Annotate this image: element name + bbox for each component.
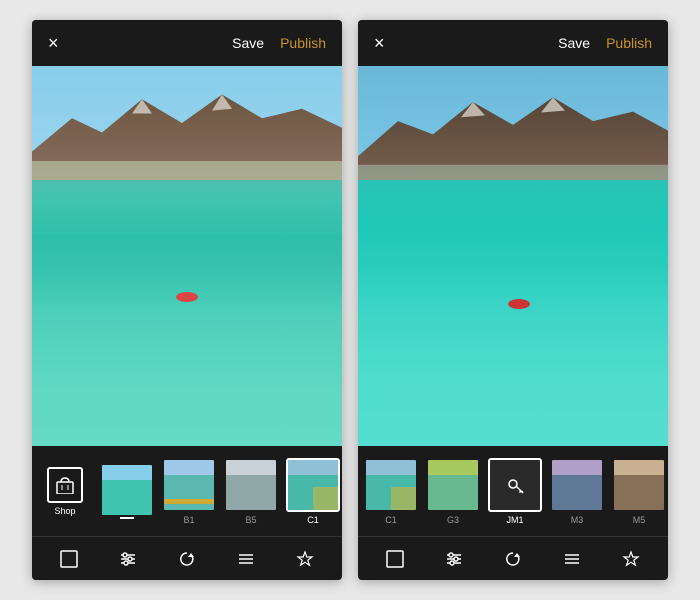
right-bottom-bar: C1 G3 JM1 — [358, 446, 668, 580]
key-icon — [505, 475, 525, 495]
left-filter-c1[interactable]: C1 — [284, 458, 342, 525]
star-icon-r — [622, 550, 640, 568]
right-filter-label-c1: C1 — [385, 515, 397, 525]
right-filter-label-g3: G3 — [447, 515, 459, 525]
left-kayak — [176, 292, 198, 302]
left-toolbar — [32, 536, 342, 580]
right-mountain-svg — [358, 66, 668, 180]
right-tool-star[interactable] — [614, 546, 648, 572]
right-tool-adjust[interactable] — [437, 546, 471, 572]
left-filter-thumb-default — [100, 463, 154, 517]
right-toolbar — [358, 536, 668, 580]
left-tool-revert[interactable] — [170, 546, 204, 572]
right-filter-m5[interactable]: M5 — [610, 458, 668, 525]
left-photo-scene — [32, 66, 342, 446]
left-filter-thumb-c1 — [286, 458, 340, 512]
left-shop-button[interactable]: Shop — [36, 467, 94, 516]
right-save-button[interactable]: Save — [558, 35, 590, 51]
frame-icon-r — [386, 550, 404, 568]
revert-icon-r — [504, 550, 522, 568]
sliders-icon — [119, 550, 137, 568]
left-filter-label-b1: B1 — [183, 515, 194, 525]
left-filter-thumb-b1 — [162, 458, 216, 512]
left-filter-label-c1: C1 — [307, 515, 319, 525]
left-panel: × Save Publish — [32, 20, 342, 580]
right-tool-frame[interactable] — [378, 546, 412, 572]
left-bottom-bar: Shop B1 — [32, 446, 342, 580]
right-top-bar: × Save Publish — [358, 20, 668, 66]
right-photo-scene — [358, 66, 668, 446]
left-tool-frame[interactable] — [52, 546, 86, 572]
frame-icon — [60, 550, 78, 568]
right-filter-g3[interactable]: G3 — [424, 458, 482, 525]
right-filter-label-jm1: JM1 — [506, 515, 523, 525]
left-save-button[interactable]: Save — [232, 35, 264, 51]
left-publish-button[interactable]: Publish — [280, 35, 326, 51]
right-publish-button[interactable]: Publish — [606, 35, 652, 51]
left-tool-menu[interactable] — [229, 546, 263, 572]
revert-icon — [178, 550, 196, 568]
cart-icon — [55, 476, 75, 494]
left-top-bar: × Save Publish — [32, 20, 342, 66]
left-tool-star[interactable] — [288, 546, 322, 572]
left-filters-row: Shop B1 — [32, 446, 342, 536]
right-filter-thumb-c1 — [364, 458, 418, 512]
right-filter-thumb-g3 — [426, 458, 480, 512]
right-panel: × Save Publish — [358, 20, 668, 580]
left-tool-adjust[interactable] — [111, 546, 145, 572]
left-mountain-svg — [32, 66, 342, 180]
left-shop-label: Shop — [54, 506, 75, 516]
right-close-button[interactable]: × — [374, 34, 385, 52]
right-photo-container — [358, 66, 668, 446]
menu-icon — [237, 550, 255, 568]
left-filter-thumb-b5 — [224, 458, 278, 512]
left-filter-default[interactable] — [98, 463, 156, 519]
right-filter-jm1[interactable]: JM1 — [486, 458, 544, 525]
left-top-actions: Save Publish — [232, 35, 326, 51]
right-filter-label-m5: M5 — [633, 515, 646, 525]
left-filter-b5[interactable]: B5 — [222, 458, 280, 525]
left-shop-icon — [47, 467, 83, 503]
right-filter-m3[interactable]: M3 — [548, 458, 606, 525]
left-filter-label-default — [120, 517, 134, 519]
sliders-icon-r — [445, 550, 463, 568]
right-filter-thumb-jm1 — [488, 458, 542, 512]
left-close-button[interactable]: × — [48, 34, 59, 52]
right-tool-menu[interactable] — [555, 546, 589, 572]
right-filter-label-m3: M3 — [571, 515, 584, 525]
right-filter-c1[interactable]: C1 — [362, 458, 420, 525]
right-kayak — [508, 299, 530, 309]
left-filter-b1[interactable]: B1 — [160, 458, 218, 525]
right-filter-thumb-m5 — [612, 458, 666, 512]
right-filter-thumb-m3 — [550, 458, 604, 512]
star-icon — [296, 550, 314, 568]
right-tool-revert[interactable] — [496, 546, 530, 572]
right-top-actions: Save Publish — [558, 35, 652, 51]
left-filter-label-b5: B5 — [245, 515, 256, 525]
menu-icon-r — [563, 550, 581, 568]
right-filters-row: C1 G3 JM1 — [358, 446, 668, 536]
left-photo-container — [32, 66, 342, 446]
